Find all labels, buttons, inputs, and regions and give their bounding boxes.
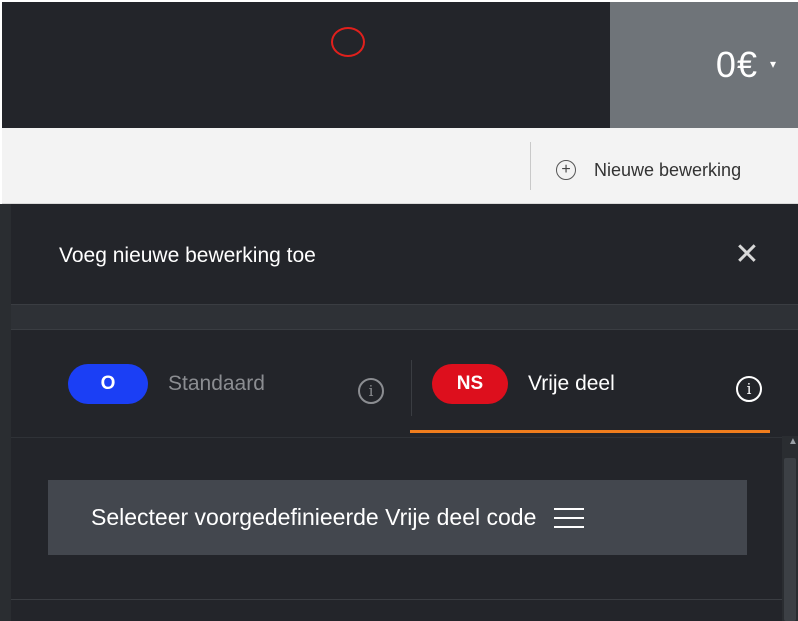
toolbar-divider [530,142,531,190]
chevron-down-icon: ▾ [769,57,776,71]
badge-o: O [68,364,148,404]
info-icon-vrije-deel[interactable]: i [736,376,762,402]
active-tab-underline [410,430,770,433]
new-operation-button[interactable]: + Nieuwe bewerking [556,150,741,190]
tab-vrije-deel-label: Vrije deel [528,372,615,395]
add-operation-panel: Voeg nieuwe bewerking toe ✕ O Standaard … [11,204,798,621]
close-icon[interactable]: ✕ [733,240,761,270]
panel-band [11,304,798,330]
scrollbar-thumb[interactable] [784,458,796,621]
panel-title: Voeg nieuwe bewerking toe [59,244,316,267]
info-icon-standaard[interactable]: i [358,378,384,404]
tab-standaard-label: Standaard [168,372,265,395]
left-strip [0,204,11,621]
balance-dropdown[interactable]: 0€ ▾ [610,2,798,128]
operation-type-tabs: O Standaard NS Vrije deel [11,330,798,438]
panel-header: Voeg nieuwe bewerking toe ✕ [11,204,798,304]
tab-vrije-deel[interactable]: NS Vrije deel [432,364,615,404]
select-button-label: Selecteer voorgedefinieerde Vrije deel c… [91,504,537,530]
panel-divider [11,599,782,600]
plus-circle-icon: + [556,160,576,180]
select-predefined-code-button[interactable]: Selecteer voorgedefinieerde Vrije deel c… [48,480,747,555]
tab-standaard[interactable]: O Standaard [68,364,265,404]
badge-ns: NS [432,364,508,404]
cursor-indicator [331,27,365,57]
scroll-up-icon[interactable]: ▲ [788,436,798,447]
tab-separator [411,360,412,416]
balance-amount: 0€ [715,44,758,85]
hamburger-menu-icon [554,507,585,528]
app-frame: 0€ ▾ + Nieuwe bewerking Voeg nieuwe bewe… [0,0,798,621]
new-operation-label: Nieuwe bewerking [594,159,742,180]
